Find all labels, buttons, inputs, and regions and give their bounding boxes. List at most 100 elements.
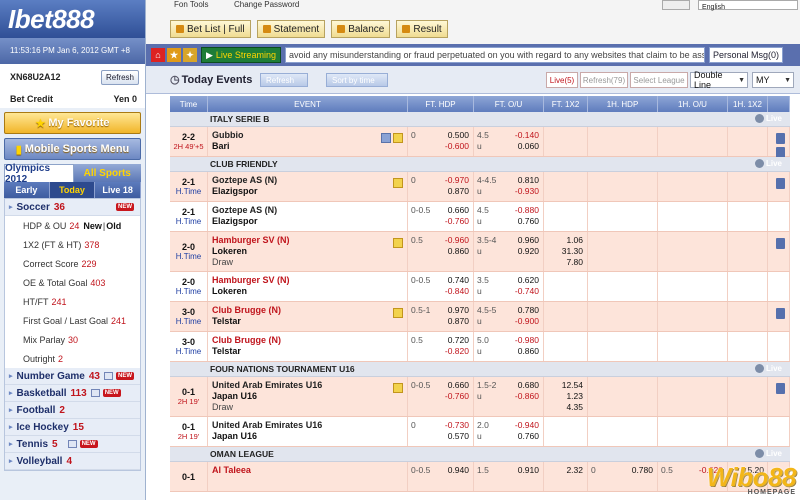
odds-home[interactable]: 0.720 (441, 335, 469, 346)
sidebar-item-number-game[interactable]: ▸ Number Game 43 NEW (5, 368, 140, 385)
league-header[interactable]: OMAN LEAGUE Live (170, 447, 790, 462)
line-select[interactable]: Double Line ▼ (690, 70, 748, 90)
sidebar-sub-item[interactable]: Outright 2 (5, 349, 140, 368)
odds-away[interactable]: 0.860 (441, 246, 469, 257)
favorite-star-icon[interactable] (393, 383, 403, 393)
personal-message-button[interactable]: Personal Msg(0) (708, 47, 783, 63)
odds-over[interactable]: -0.940 (509, 420, 539, 431)
odds-home[interactable]: -0.730 (441, 420, 469, 431)
sidebar-item-volleyball[interactable]: ▸ Volleyball 4 (5, 453, 140, 470)
odds-home[interactable]: 0.660 (441, 380, 469, 391)
odds-under[interactable]: 0.760 (509, 216, 539, 227)
odds-over[interactable]: 0.620 (509, 275, 539, 286)
tab-bet-list[interactable]: Bet List | Full (170, 20, 251, 38)
odds-1[interactable]: 12.54 (544, 380, 583, 391)
sidebar-sub-item[interactable]: Mix Parlay 30 (5, 330, 140, 349)
odds-over[interactable]: -0.980 (509, 335, 539, 346)
refresh-button[interactable]: Refresh (260, 73, 308, 87)
tab-balance[interactable]: Balance (331, 20, 391, 38)
favorite-star-icon[interactable] (393, 308, 403, 318)
odds-away[interactable]: 0.870 (441, 316, 469, 327)
odds-under[interactable]: 0.060 (509, 141, 539, 152)
sidebar-sub-item[interactable]: OE & Total Goal 403 (5, 273, 140, 292)
sidebar-item-ice-hockey[interactable]: ▸ Ice Hockey 15 (5, 419, 140, 436)
league-header[interactable]: FOUR NATIONS TOURNAMENT U16 Live (170, 362, 790, 377)
odds-home[interactable]: 0.970 (441, 305, 469, 316)
odds-away[interactable]: -0.840 (441, 286, 469, 297)
favorite-star-icon[interactable] (393, 238, 403, 248)
odds-over[interactable]: 0.780 (509, 305, 539, 316)
odds-type-select[interactable]: MY ▼ (752, 72, 794, 88)
refresh-count-button[interactable]: Refresh(79) (580, 72, 628, 88)
odds-away[interactable]: -0.760 (441, 216, 469, 227)
more-bets-icon[interactable] (776, 178, 785, 189)
top-small-button[interactable] (662, 0, 690, 10)
sidebar-sub-item[interactable]: First Goal / Last Goal 241 (5, 311, 140, 330)
language-select[interactable]: English (698, 0, 798, 11)
tab-all-sports[interactable]: All Sports (73, 164, 141, 182)
sidebar-sub-item[interactable]: 1X2 (FT & HT) 378 (5, 235, 140, 254)
live-toggle[interactable]: Live (754, 364, 782, 373)
change-password-link[interactable]: Change Password (234, 0, 299, 9)
odds-over[interactable]: 0.910 (509, 465, 539, 476)
select-league-button[interactable]: Select League (630, 72, 688, 88)
odds-2[interactable]: 31.30 (544, 246, 583, 257)
odds-away[interactable]: -0.600 (441, 141, 469, 152)
odds-under[interactable]: -0.930 (509, 186, 539, 197)
sidebar-item-football[interactable]: ▸ Football 2 (5, 402, 140, 419)
odds-over[interactable]: -0.880 (509, 205, 539, 216)
odds-home[interactable]: 0.660 (441, 205, 469, 216)
odds-away[interactable]: -0.820 (441, 346, 469, 357)
odds-home[interactable]: 0.500 (441, 130, 469, 141)
more-bets-icon[interactable] (776, 383, 785, 394)
sidebar-sub-item[interactable]: Correct Score 229 (5, 254, 140, 273)
hdp-new-link[interactable]: New (83, 221, 102, 231)
odds-away[interactable]: 0.870 (441, 186, 469, 197)
odds-over[interactable]: 0.810 (509, 175, 539, 186)
live-toggle[interactable]: Live (754, 114, 782, 123)
odds-under[interactable]: 0.760 (509, 431, 539, 442)
odds-over[interactable]: 0.960 (509, 235, 539, 246)
sort-by-time-button[interactable]: Sort by time (326, 73, 388, 87)
odds-home[interactable]: -0.970 (441, 175, 469, 186)
fon-tools-link[interactable]: Fon Tools (174, 0, 209, 9)
hdp-old-link[interactable]: Old (106, 221, 121, 231)
odds-over[interactable]: 0.680 (509, 380, 539, 391)
home-icon[interactable]: ⌂ (151, 48, 165, 62)
odds-x[interactable]: 7.80 (544, 257, 583, 268)
favorite-icon[interactable]: ✦ (183, 48, 197, 62)
odds-over[interactable]: -0.140 (509, 130, 539, 141)
odds-under[interactable]: -0.860 (509, 391, 539, 402)
live-filter-button[interactable]: Live(5) (546, 72, 578, 88)
mobile-sports-menu-button[interactable]: ▮ Mobile Sports Menu (4, 138, 141, 160)
more-bets-icon[interactable] (776, 133, 785, 144)
odds-1[interactable]: 2.32 (544, 465, 583, 476)
tab-live[interactable]: Live 18 (95, 182, 142, 198)
odds-home[interactable]: 0.780 (623, 465, 653, 476)
odds-home[interactable]: 0.740 (441, 275, 469, 286)
odds-home[interactable]: 0.940 (441, 465, 469, 476)
sidebar-item-basketball[interactable]: ▸ Basketball 113 NEW (5, 385, 140, 402)
odds-away[interactable]: 0.570 (441, 431, 469, 442)
tab-early[interactable]: Early (4, 182, 50, 198)
odds-x[interactable]: 4.35 (544, 402, 583, 413)
league-header[interactable]: CLUB FRIENDLY Live (170, 157, 790, 172)
sidebar-sub-hdp-ou[interactable]: HDP & OU 24 New | Old (5, 216, 140, 235)
odds-away[interactable]: -0.760 (441, 391, 469, 402)
tab-olympics[interactable]: Olympics 2012 (4, 163, 74, 185)
sidebar-sub-item[interactable]: HT/FT 241 (5, 292, 140, 311)
league-header[interactable]: ITALY SERIE B Live (170, 112, 790, 127)
odds-1[interactable]: 1.06 (544, 235, 583, 246)
live-toggle[interactable]: Live (754, 449, 782, 458)
favorite-star-icon[interactable] (393, 178, 403, 188)
more-bets-icon[interactable] (776, 238, 785, 249)
sidebar-item-tennis[interactable]: ▸ Tennis 5 NEW (5, 436, 140, 453)
tab-result[interactable]: Result (396, 20, 448, 38)
my-favorite-button[interactable]: ★ My Favorite (4, 112, 141, 134)
more-bets-icon[interactable] (776, 308, 785, 319)
live-toggle[interactable]: Live (754, 159, 782, 168)
odds-under[interactable]: 0.920 (509, 246, 539, 257)
odds-under[interactable]: -0.900 (509, 316, 539, 327)
live-streaming-button[interactable]: ▶ Live Streaming (201, 47, 281, 63)
star-icon[interactable]: ★ (167, 48, 181, 62)
